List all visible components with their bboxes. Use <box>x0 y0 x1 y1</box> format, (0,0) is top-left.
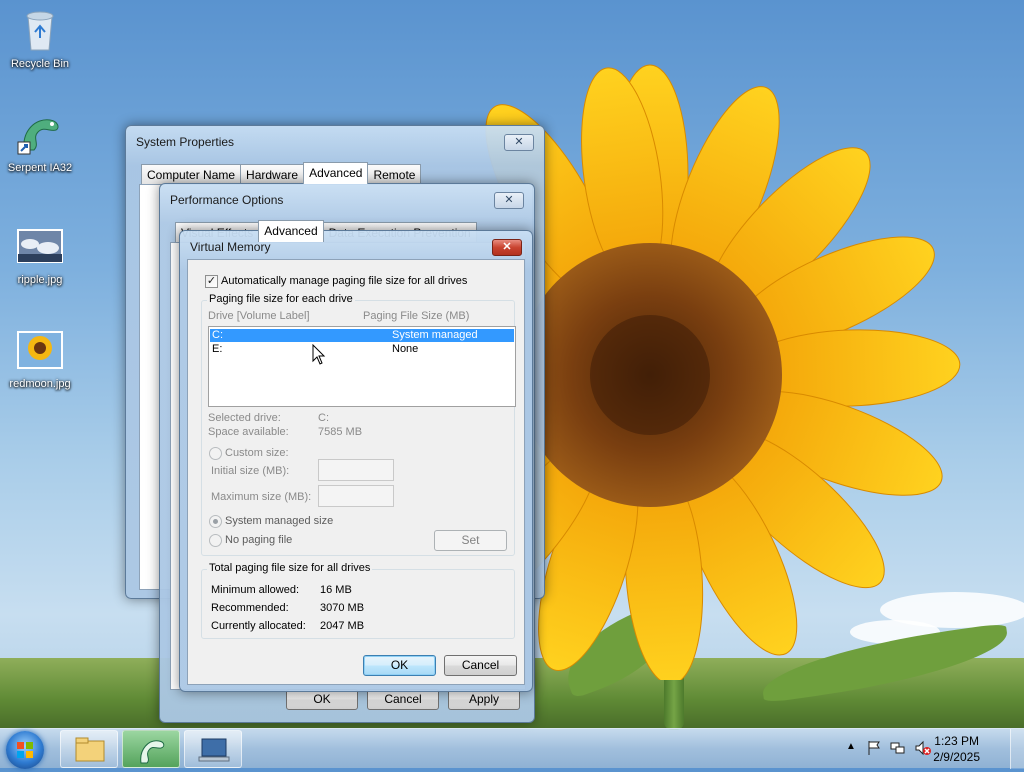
maximum-size-input[interactable] <box>318 485 394 507</box>
clock-time: 1:23 PM <box>934 734 979 748</box>
system-managed-label: System managed size <box>225 515 334 527</box>
action-center-flag-icon[interactable] <box>866 740 882 756</box>
column-header-drive: Drive [Volume Label] <box>208 310 310 322</box>
minimum-allowed-value: 16 MB <box>320 584 352 596</box>
serpent-icon <box>140 740 165 764</box>
volume-muted-icon[interactable] <box>914 740 932 756</box>
column-header-size: Paging File Size (MB) <box>363 310 470 322</box>
taskbar: ▲ 1:23 PM 2/9/2025 <box>0 728 1024 769</box>
desktop-icon-ripple-jpg[interactable]: ripple.jpg <box>2 222 78 286</box>
close-button[interactable]: ✕ <box>492 239 522 256</box>
desktop-icon-label: redmoon.jpg <box>9 378 71 390</box>
show-hidden-icons-icon[interactable]: ▲ <box>846 741 856 752</box>
list-item[interactable]: E: None <box>210 343 514 356</box>
apply-button[interactable]: Apply <box>448 689 520 710</box>
drive-listbox[interactable]: C: System managed E: None <box>208 326 516 407</box>
dialog-body: ✓ Automatically manage paging file size … <box>187 259 525 685</box>
initial-size-label: Initial size (MB): <box>211 465 290 477</box>
mouse-cursor-icon <box>312 344 326 365</box>
drive-paging-size: None <box>392 343 419 355</box>
auto-manage-label: Automatically manage paging file size fo… <box>221 275 468 287</box>
system-managed-radio[interactable] <box>209 515 222 528</box>
tab-remote[interactable]: Remote <box>367 164 422 184</box>
windows-logo-icon <box>17 742 33 758</box>
tab-hardware[interactable]: Hardware <box>240 164 305 184</box>
tab-strip: Computer Name Hardware Advanced Remote <box>141 162 422 184</box>
recommended-value: 3070 MB <box>320 602 365 614</box>
no-paging-radio[interactable] <box>209 534 222 547</box>
cancel-button[interactable]: Cancel <box>444 655 517 676</box>
window-title: System Properties <box>136 135 235 149</box>
space-available-label: Space available: <box>208 426 289 438</box>
tab-computer-name[interactable]: Computer Name <box>141 164 242 184</box>
desktop-icon-label: Recycle Bin <box>10 58 70 70</box>
desktop-icon-recycle-bin[interactable]: Recycle Bin <box>2 6 78 70</box>
custom-size-label: Custom size: <box>225 447 289 459</box>
serpent-icon <box>17 119 59 155</box>
auto-manage-checkbox[interactable]: ✓ <box>205 275 218 288</box>
desktop-icon-label: ripple.jpg <box>17 274 63 286</box>
initial-size-input[interactable] <box>318 459 394 481</box>
recycle-bin-icon <box>26 11 54 51</box>
virtual-memory-dialog: Virtual Memory ✕ ✓ Automatically manage … <box>179 230 533 692</box>
selected-drive-value: C: <box>318 412 329 424</box>
start-button[interactable] <box>6 731 44 769</box>
taskbar-explorer-button[interactable] <box>60 730 118 768</box>
currently-allocated-value: 2047 MB <box>320 620 365 632</box>
ok-button[interactable]: OK <box>286 689 358 710</box>
network-icon[interactable] <box>890 740 906 756</box>
selected-drive-label: Selected drive: <box>208 412 281 424</box>
minimum-allowed-label: Minimum allowed: <box>211 584 300 596</box>
close-button[interactable]: ✕ <box>494 192 524 209</box>
computer-icon <box>198 738 230 762</box>
clock-date: 2/9/2025 <box>933 750 980 764</box>
currently-allocated-label: Currently allocated: <box>211 620 306 632</box>
taskbar-system-properties-button[interactable] <box>184 730 242 768</box>
desktop-icon-redmoon-jpg[interactable]: redmoon.jpg <box>2 326 78 390</box>
space-available-value: 7585 MB <box>318 426 363 438</box>
desktop-icon-label: Serpent IA32 <box>7 162 73 174</box>
recommended-label: Recommended: <box>211 602 289 614</box>
image-file-icon <box>17 229 63 263</box>
folder-icon <box>75 737 105 762</box>
drive-letter: C: <box>212 329 223 341</box>
list-item[interactable]: C: System managed <box>210 329 514 342</box>
tab-advanced[interactable]: Advanced <box>303 162 369 184</box>
sunflower-image <box>480 64 961 680</box>
set-button[interactable]: Set <box>434 530 507 551</box>
notification-area: ▲ <box>846 729 936 769</box>
cancel-button[interactable]: Cancel <box>367 689 439 710</box>
close-button[interactable]: ✕ <box>504 134 534 151</box>
no-paging-label: No paging file <box>225 534 293 546</box>
maximum-size-label: Maximum size (MB): <box>211 491 312 503</box>
custom-size-radio[interactable] <box>209 447 222 460</box>
system-clock[interactable]: 1:23 PM 2/9/2025 <box>933 733 980 765</box>
window-title: Virtual Memory <box>190 240 271 254</box>
image-file-icon <box>17 331 63 369</box>
tab-advanced[interactable]: Advanced <box>258 220 324 242</box>
drive-paging-size: System managed <box>392 329 478 341</box>
group-title: Total paging file size for all drives <box>207 562 373 574</box>
desktop-icon-serpent[interactable]: Serpent IA32 <box>2 110 78 174</box>
taskbar-serpent-button[interactable] <box>122 730 180 768</box>
show-desktop-button[interactable] <box>1010 729 1024 769</box>
ok-button[interactable]: OK <box>363 655 436 676</box>
drive-letter: E: <box>212 343 223 355</box>
group-title: Paging file size for each drive <box>207 293 355 305</box>
window-title: Performance Options <box>170 193 284 207</box>
